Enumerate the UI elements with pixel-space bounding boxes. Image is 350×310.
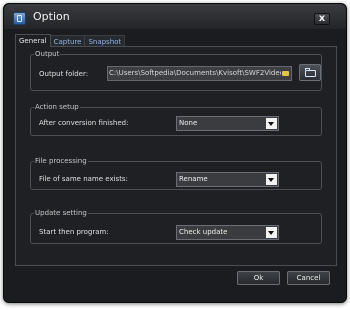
output-folder-field[interactable]: C:\Users\Softpedia\Documents\Kvisoft\SWF… bbox=[107, 66, 292, 81]
chevron-down-icon[interactable] bbox=[266, 174, 277, 185]
general-tab-panel: Output Output folder: C:\Users\Softpedia… bbox=[15, 46, 337, 266]
action-setup-legend: Action setup bbox=[35, 103, 79, 111]
same-name-label: File of same name exists: bbox=[39, 175, 128, 183]
file-processing-legend: File processing bbox=[35, 157, 87, 165]
after-conversion-select[interactable]: None bbox=[176, 116, 279, 131]
output-group: Output Output folder: C:\Users\Softpedia… bbox=[30, 50, 322, 91]
close-button[interactable]: x bbox=[314, 13, 330, 25]
cancel-button[interactable]: Cancel bbox=[287, 271, 330, 285]
output-legend: Output bbox=[35, 50, 60, 58]
update-setting-legend: Update setting bbox=[35, 209, 87, 217]
option-dialog: Option x General Capture Snapshot Output… bbox=[3, 3, 347, 303]
title-bar[interactable]: Option x bbox=[4, 4, 346, 29]
action-setup-group: Action setup After conversion finished: … bbox=[30, 103, 322, 136]
start-program-value: Check update bbox=[179, 228, 228, 236]
tab-general[interactable]: General bbox=[15, 34, 51, 47]
start-program-label: Start then program: bbox=[39, 228, 109, 236]
ok-button[interactable]: Ok bbox=[237, 271, 280, 285]
app-icon bbox=[13, 12, 26, 25]
file-processing-group: File processing File of same name exists… bbox=[30, 157, 322, 190]
chevron-down-icon[interactable] bbox=[266, 227, 277, 238]
after-conversion-value: None bbox=[179, 119, 198, 127]
output-folder-label: Output folder: bbox=[39, 70, 89, 78]
folder-icon bbox=[282, 71, 289, 76]
after-conversion-label: After conversion finished: bbox=[39, 119, 129, 127]
update-setting-group: Update setting Start then program: Check… bbox=[30, 209, 322, 244]
output-folder-value: C:\Users\Softpedia\Documents\Kvisoft\SWF… bbox=[109, 69, 281, 77]
window-title: Option bbox=[33, 10, 70, 23]
chevron-down-icon[interactable] bbox=[266, 118, 277, 129]
folder-open-icon bbox=[305, 70, 316, 77]
browse-folder-button[interactable] bbox=[299, 64, 321, 81]
same-name-value: Rename bbox=[179, 175, 208, 183]
start-program-select[interactable]: Check update bbox=[176, 225, 279, 240]
same-name-select[interactable]: Rename bbox=[176, 172, 279, 187]
